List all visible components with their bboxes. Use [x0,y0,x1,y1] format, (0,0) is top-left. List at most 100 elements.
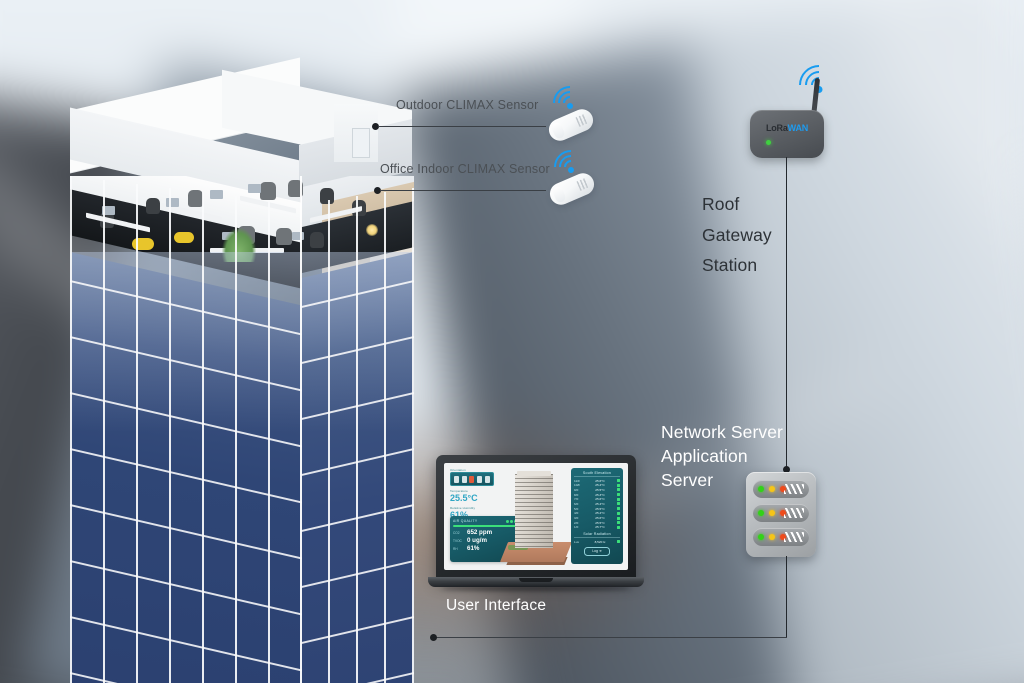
mullion-vertical [136,184,138,683]
orientation-cell [477,475,483,483]
office-chair [146,198,160,214]
floor-label: 1/F [574,525,579,530]
office-chair-yellow [174,232,194,243]
server-vent-icon [784,532,804,542]
ui-temperature-value: 25.5°C [450,493,478,503]
building-corner-edge [300,176,302,683]
floor-label: 8/F [574,492,579,497]
server-to-ui-link-vertical [786,556,787,638]
air-quality-key: TVOC [453,538,462,543]
laptop-screen[interactable]: Orientation Temperature 25.5°C Relative … [444,463,628,570]
model-tower-roof [517,471,551,476]
gateway-body [750,110,824,158]
ui-left-panel: Orientation Temperature 25.5°C Relative … [450,468,498,521]
gateway-label-line-2: Gateway [702,225,772,245]
floor-status [617,511,620,515]
floor-temp: 25.5°C [595,506,605,511]
office-chair [188,190,203,207]
office-monitor [248,184,261,193]
mullion-vertical [268,200,270,683]
elevation-row: 11/F 25.6°C [574,479,620,483]
lorawan-logo-primary: LoRa [765,123,788,133]
gateway-label-line-1: Roof [702,194,740,214]
floor-temp: 25.6°C [595,497,605,502]
elevation-row: 3/F 25.6°C [574,516,620,520]
gateway-status-led [766,140,771,145]
ui-orientation-widget[interactable] [450,472,494,486]
floor-temp: 25.4°C [595,483,605,488]
floor-temp: 25.6°C [595,516,605,520]
office-chair [310,232,324,248]
server-led-yellow [769,510,775,516]
floor-status [617,502,620,506]
laptop-shadow [442,586,630,591]
mullion-vertical [412,188,414,683]
orientation-cell [461,475,467,483]
server-to-ui-link-horizontal [436,637,787,638]
floor-label: 10/F [574,483,581,488]
building-roof-penthouse-door [352,128,370,158]
building-3d-model-viewport[interactable] [499,467,573,566]
mullion-vertical [384,192,386,683]
air-quality-title: AIR QUALITY [453,519,478,523]
outdoor-callout-line [378,126,546,127]
gateway-to-server-link [786,157,787,469]
solar-status [617,540,620,544]
arrow-right-icon: ➜ [598,549,602,554]
user-interface-caption: User Interface [446,597,547,614]
floor-status [617,507,620,511]
server-vent-icon [784,484,804,494]
server-unit [753,480,809,498]
solar-key: Lux [574,539,579,544]
user-interface-laptop[interactable]: Orientation Temperature 25.5°C Relative … [428,455,644,595]
floor-label: 7/F [574,497,579,502]
mullion-vertical [356,196,358,683]
elevation-row: 4/F 25.4°C [574,511,620,515]
air-quality-key: RH [453,546,458,551]
server-vent-icon [784,508,804,518]
floor-temp: 25.5°C [595,487,605,492]
indoor-sensor-label: Office Indoor CLIMAX Sensor [380,162,550,176]
wifi-icon [546,142,596,192]
lorawan-gateway[interactable]: LoRaWAN [750,77,824,158]
floor-temp: 25.5°C [595,520,605,525]
log-button[interactable]: Log ➜ [584,546,610,556]
server-led-green [758,534,764,540]
iot-architecture-diagram: Outdoor CLIMAX Sensor Office Indoor CLIM… [0,0,1024,683]
server-led-green [758,510,764,516]
floor-label: 6/F [574,501,579,506]
floor-label: 3/F [574,516,579,520]
mullion-vertical [103,180,105,683]
elevation-row: 5/F 25.5°C [574,507,620,511]
office-monitor [292,232,304,240]
server-label-line-1: Network Server [661,422,783,442]
orientation-cell [484,475,490,483]
lorawan-logo: LoRaWAN [750,123,824,133]
lorawan-logo-accent: WAN [787,123,809,133]
air-quality-value: 652 ppm [467,528,493,536]
floor-label: 9/F [574,487,579,492]
floor-label: 5/F [574,506,579,511]
floor-label: 4/F [574,511,579,516]
mullion-vertical [202,192,204,683]
orientation-cell-active [469,475,475,483]
floor-status [617,497,620,501]
floor-status [617,488,620,492]
office-chair [260,182,276,200]
gateway-label-line-3: Station [702,255,758,275]
server-unit [753,504,809,522]
floor-temp: 25.4°C [595,501,605,506]
office-monitor [166,198,179,207]
office-chair [276,228,292,245]
office-lamp [366,224,378,236]
orientation-cell [454,475,460,483]
elevation-row: 10/F 25.4°C [574,483,620,487]
floor-status [617,516,620,520]
server-led-yellow [769,486,775,492]
air-quality-value: 0 ug/m [467,536,487,544]
server-led-yellow [769,534,775,540]
model-tower-floors [515,474,553,548]
solar-radiation-row: Lux 8,520 lx [574,540,620,544]
mullion-vertical [70,176,72,683]
network-application-server[interactable] [746,472,816,557]
